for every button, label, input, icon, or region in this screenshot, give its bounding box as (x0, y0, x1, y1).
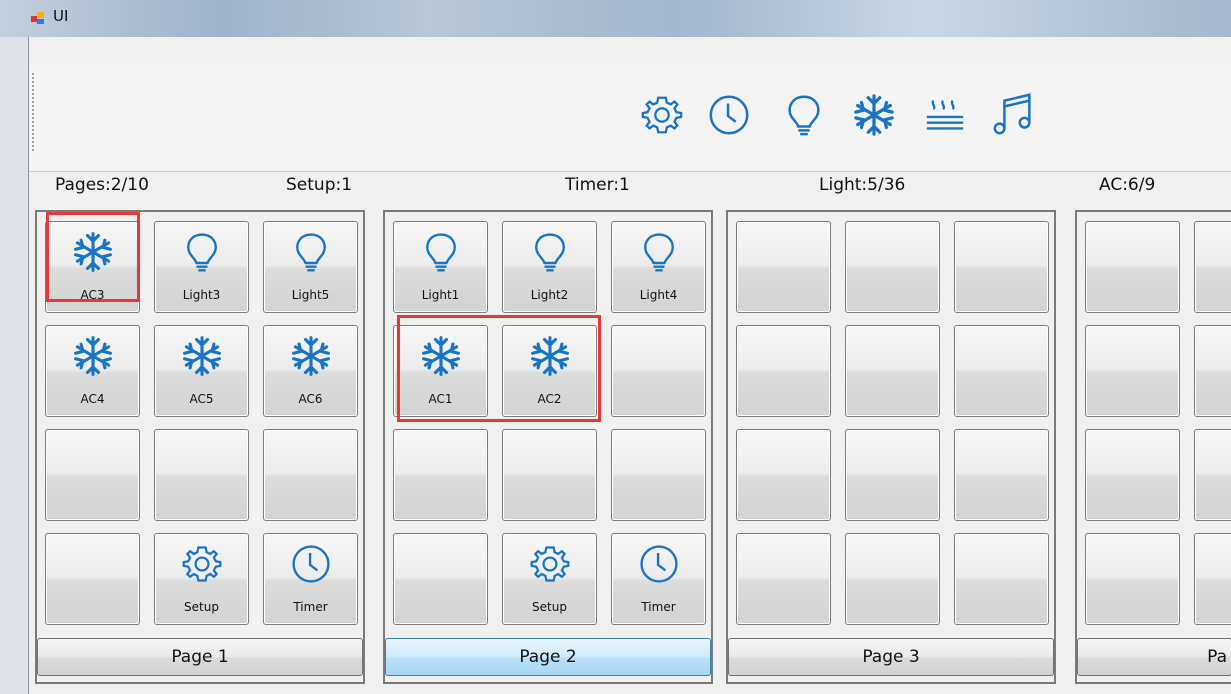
tile-light4[interactable]: Light4 (611, 221, 706, 313)
lightbulb-icon (643, 233, 674, 272)
tile-light2[interactable]: Light2 (502, 221, 597, 313)
tile-empty[interactable] (954, 533, 1049, 625)
snowflake-icon[interactable] (851, 92, 897, 138)
tile-empty[interactable] (1194, 325, 1231, 417)
tile-empty[interactable] (954, 429, 1049, 521)
toolbar-grip[interactable] (32, 73, 34, 153)
tile-ac5[interactable]: AC5 (154, 325, 249, 417)
highlight-box (397, 315, 601, 422)
gear-icon (530, 546, 569, 582)
tile-ac6[interactable]: AC6 (263, 325, 358, 417)
tile-light5[interactable]: Light5 (263, 221, 358, 313)
title-bar: UI (0, 0, 1231, 37)
page-button-1[interactable]: Page 1 (37, 638, 363, 676)
tile-empty[interactable] (263, 429, 358, 521)
tile-empty[interactable] (954, 325, 1049, 417)
page-button-2[interactable]: Page 2 (385, 638, 711, 676)
tile-label: Light2 (530, 288, 569, 302)
lightbulb-icon (534, 233, 565, 272)
lightbulb-icon[interactable] (781, 92, 827, 138)
tile-empty[interactable] (1085, 221, 1180, 313)
music-note-icon[interactable] (991, 92, 1037, 138)
page-button-3[interactable]: Page 3 (728, 638, 1054, 676)
snowflake-icon (73, 336, 112, 376)
tile-empty[interactable] (736, 325, 831, 417)
tile-empty[interactable] (954, 221, 1049, 313)
tile-empty[interactable] (1194, 533, 1231, 625)
tile-timer[interactable]: Timer (611, 533, 706, 625)
tile-empty[interactable] (611, 325, 706, 417)
tile-label: Setup (532, 600, 567, 614)
snowflake-icon (182, 336, 221, 376)
heater-icon[interactable] (922, 92, 968, 138)
tile-empty[interactable] (845, 221, 940, 313)
tile-light3[interactable]: Light3 (154, 221, 249, 313)
tile-empty[interactable] (736, 533, 831, 625)
tile-empty[interactable] (1194, 221, 1231, 313)
page-button-4[interactable]: Pa (1077, 638, 1231, 676)
tile-label: Timer (293, 600, 328, 614)
tile-label: Light4 (639, 288, 678, 302)
tile-empty[interactable] (45, 429, 140, 521)
tile-label: Light1 (421, 288, 460, 302)
tile-label: Light3 (182, 288, 221, 302)
tile-empty[interactable] (1085, 429, 1180, 521)
clock-icon (639, 545, 678, 583)
tile-ac4[interactable]: AC4 (45, 325, 140, 417)
tile-empty[interactable] (393, 429, 488, 521)
tile-empty[interactable] (1085, 325, 1180, 417)
gear-icon (182, 546, 221, 582)
light-count: Light:5/36 (819, 175, 906, 195)
tile-empty[interactable] (611, 429, 706, 521)
timer-count: Timer:1 (565, 175, 630, 195)
clock-icon (291, 545, 330, 583)
lightbulb-icon (295, 233, 326, 272)
toolbar (29, 65, 1231, 172)
tile-empty[interactable] (845, 533, 940, 625)
window-title: UI (53, 7, 69, 25)
tile-label: Timer (641, 600, 676, 614)
client-area: Pages:2/10 Setup:1 Timer:1 Light:5/36 AC… (28, 37, 1231, 694)
tile-empty[interactable] (45, 533, 140, 625)
tile-empty[interactable] (845, 325, 940, 417)
lightbulb-icon (425, 233, 456, 272)
tile-label: Light5 (291, 288, 330, 302)
tile-label: AC5 (189, 392, 214, 406)
app-icon (31, 12, 44, 24)
tile-label: Setup (184, 600, 219, 614)
tile-label: AC4 (80, 392, 105, 406)
tile-light1[interactable]: Light1 (393, 221, 488, 313)
tile-empty[interactable] (736, 429, 831, 521)
tile-setup[interactable]: Setup (154, 533, 249, 625)
status-bar: Pages:2/10 Setup:1 Timer:1 Light:5/36 AC… (29, 171, 1231, 204)
clock-icon[interactable] (706, 92, 752, 138)
tile-empty[interactable] (154, 429, 249, 521)
tile-empty[interactable] (736, 221, 831, 313)
highlight-box (46, 212, 140, 302)
tile-empty[interactable] (393, 533, 488, 625)
tile-empty[interactable] (1194, 429, 1231, 521)
tile-empty[interactable] (845, 429, 940, 521)
tile-empty[interactable] (1085, 533, 1180, 625)
setup-count: Setup:1 (286, 175, 353, 195)
pages-count: Pages:2/10 (55, 175, 149, 195)
gear-icon[interactable] (639, 92, 685, 138)
ac-count: AC:6/9 (1099, 175, 1156, 195)
tile-timer[interactable]: Timer (263, 533, 358, 625)
tile-setup[interactable]: Setup (502, 533, 597, 625)
snowflake-icon (291, 336, 330, 376)
tile-label: AC6 (298, 392, 323, 406)
lightbulb-icon (186, 233, 217, 272)
tile-empty[interactable] (502, 429, 597, 521)
